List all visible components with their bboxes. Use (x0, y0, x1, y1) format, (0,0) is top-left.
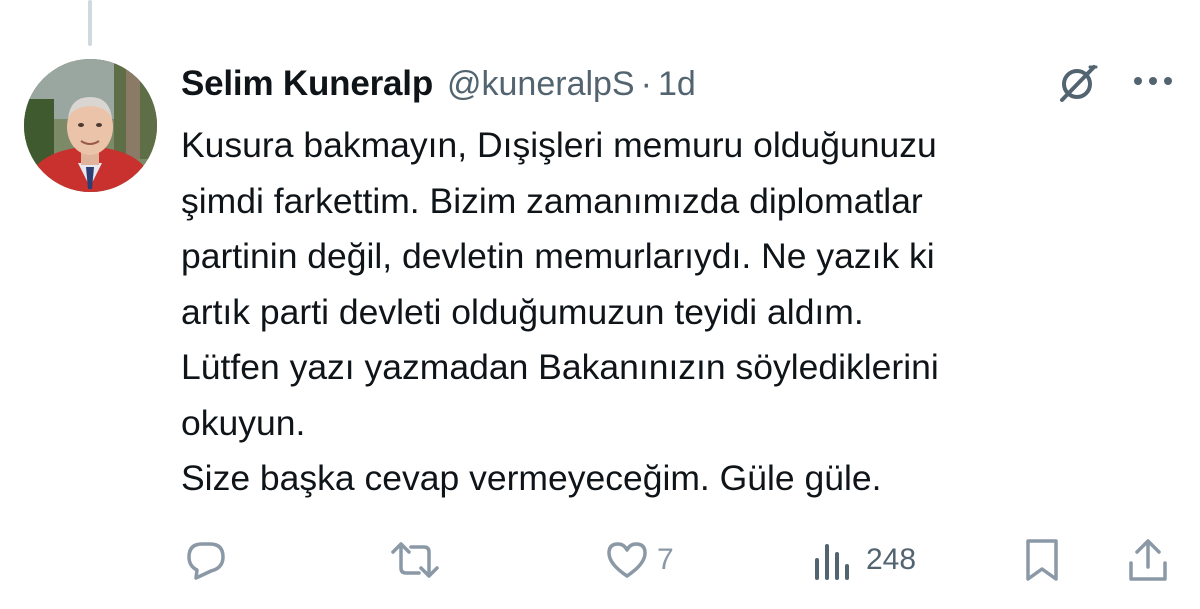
bookmark-icon (1026, 539, 1058, 581)
tweet-text-line: Kusura bakmayın, Dışişleri memuru olduğu… (181, 125, 937, 165)
tweet[interactable]: Selim Kuneralp @kuneralpS · 1d Kusura ba… (0, 0, 1200, 609)
share-button[interactable] (1126, 530, 1170, 590)
more-options-icon[interactable] (1131, 66, 1175, 96)
tweet-text-line: artık parti devleti olduğumuzun teyidi a… (181, 291, 864, 332)
tweet-text-line: Lütfen yazı yazmadan Bakanınızın söyledi… (181, 347, 939, 387)
thread-connector-line (88, 0, 92, 46)
action-bar: 7 248 (0, 530, 1200, 590)
tweet-header: Selim Kuneralp @kuneralpS · 1d (181, 60, 696, 108)
views-button[interactable]: 248 (812, 530, 916, 590)
reply-icon (187, 542, 225, 580)
views-icon (815, 544, 849, 580)
share-icon (1129, 539, 1167, 581)
views-count: 248 (866, 543, 917, 576)
tweet-text-line: şimdi farkettim. Bizim zamanımızda diplo… (181, 180, 923, 221)
bookmark-button[interactable] (1022, 530, 1062, 590)
reply-button[interactable] (184, 530, 228, 590)
user-handle[interactable]: @kuneralpS (447, 65, 635, 104)
display-name[interactable]: Selim Kuneralp (181, 64, 433, 104)
like-button[interactable]: 7 (605, 530, 674, 590)
repost-button[interactable] (389, 530, 441, 590)
tweet-text-line: okuyun. (181, 402, 306, 443)
avatar[interactable] (24, 59, 157, 192)
repost-icon (391, 542, 439, 578)
profile-photo-icon (24, 59, 157, 192)
heart-icon (607, 542, 647, 578)
grok-icon[interactable] (1054, 60, 1100, 106)
tweet-text-line: Size başka cevap vermeyeceğim. Güle güle… (181, 458, 882, 498)
timestamp[interactable]: 1d (658, 65, 696, 104)
separator-dot: · (640, 64, 652, 103)
tweet-text-line: partinin değil, devletin memurlarıydı. N… (181, 236, 935, 276)
tweet-text: Kusura bakmayın, Dışişleri memuru olduğu… (181, 118, 1171, 507)
like-count: 7 (657, 543, 674, 576)
